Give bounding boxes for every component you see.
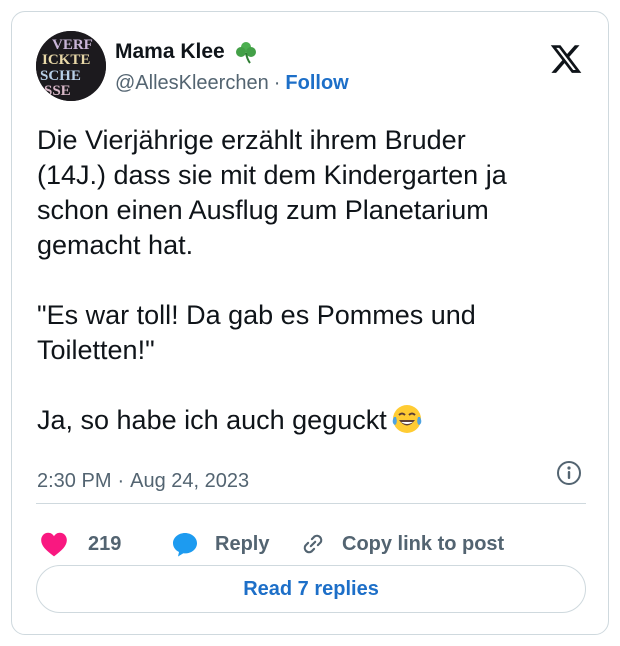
- tweet-line: Die Vierjährige erzählt ihrem Bruder: [37, 125, 466, 155]
- info-icon[interactable]: [555, 459, 583, 487]
- handle-row: @AllesKleerchen · Follow: [115, 72, 349, 95]
- separator: ·: [117, 470, 125, 492]
- tweet-card: VERF ICKTE SCHE SSE Mama Klee @AllesKlee…: [11, 11, 609, 635]
- reply-label: Reply: [215, 532, 270, 555]
- divider: [36, 503, 586, 504]
- link-icon: [303, 534, 323, 554]
- avatar-text-4: SSE: [44, 83, 71, 99]
- tweet-last-line: Ja, so habe ich auch geguckt: [37, 403, 592, 438]
- read-replies-button[interactable]: Read 7 replies: [36, 565, 586, 613]
- avatar[interactable]: VERF ICKTE SCHE SSE: [36, 31, 106, 101]
- copy-link-button[interactable]: Copy link to post: [300, 527, 504, 561]
- x-logo-icon[interactable]: [549, 42, 583, 76]
- action-bar: 219 Reply Copy link to post: [36, 527, 596, 561]
- like-count: 219: [88, 532, 122, 555]
- follow-button[interactable]: Follow: [285, 72, 348, 95]
- avatar-text-1: VERF: [52, 37, 93, 53]
- tweet-line: Toiletten!": [37, 335, 155, 365]
- tweet-date: Aug 24, 2023: [130, 470, 250, 492]
- avatar-image: VERF ICKTE SCHE SSE: [36, 31, 106, 101]
- copy-link-label: Copy link to post: [342, 532, 505, 555]
- tweet-text: Die Vierjährige erzählt ihrem Bruder (14…: [37, 123, 592, 438]
- avatar-text-3: SCHE: [40, 68, 81, 84]
- tweet-line: (14J.) dass sie mit dem Kindergarten ja: [37, 160, 507, 190]
- separator: ·: [273, 72, 281, 94]
- avatar-text-2: ICKTE: [42, 52, 90, 68]
- tweet-line: "Es war toll! Da gab es Pommes und: [37, 300, 476, 330]
- tweet-line: schon einen Ausflug zum Planetarium: [37, 195, 489, 225]
- like-button[interactable]: 219: [40, 527, 121, 561]
- heart-icon: [41, 532, 67, 557]
- name-row: Mama Klee: [115, 39, 259, 65]
- tweet-line: Ja, so habe ich auch geguckt: [37, 405, 387, 435]
- tweet-time: 2:30 PM: [37, 470, 112, 492]
- speech-bubble-icon: [173, 533, 197, 557]
- tweet-line: gemacht hat.: [37, 230, 194, 260]
- user-handle[interactable]: @AllesKleerchen: [115, 72, 269, 95]
- display-name[interactable]: Mama Klee: [115, 40, 225, 64]
- tears-of-joy-emoji-icon: [391, 403, 423, 435]
- timestamp[interactable]: 2:30 PM · Aug 24, 2023: [37, 470, 249, 493]
- shamrock-icon: [233, 39, 259, 65]
- reply-button[interactable]: Reply: [171, 527, 269, 561]
